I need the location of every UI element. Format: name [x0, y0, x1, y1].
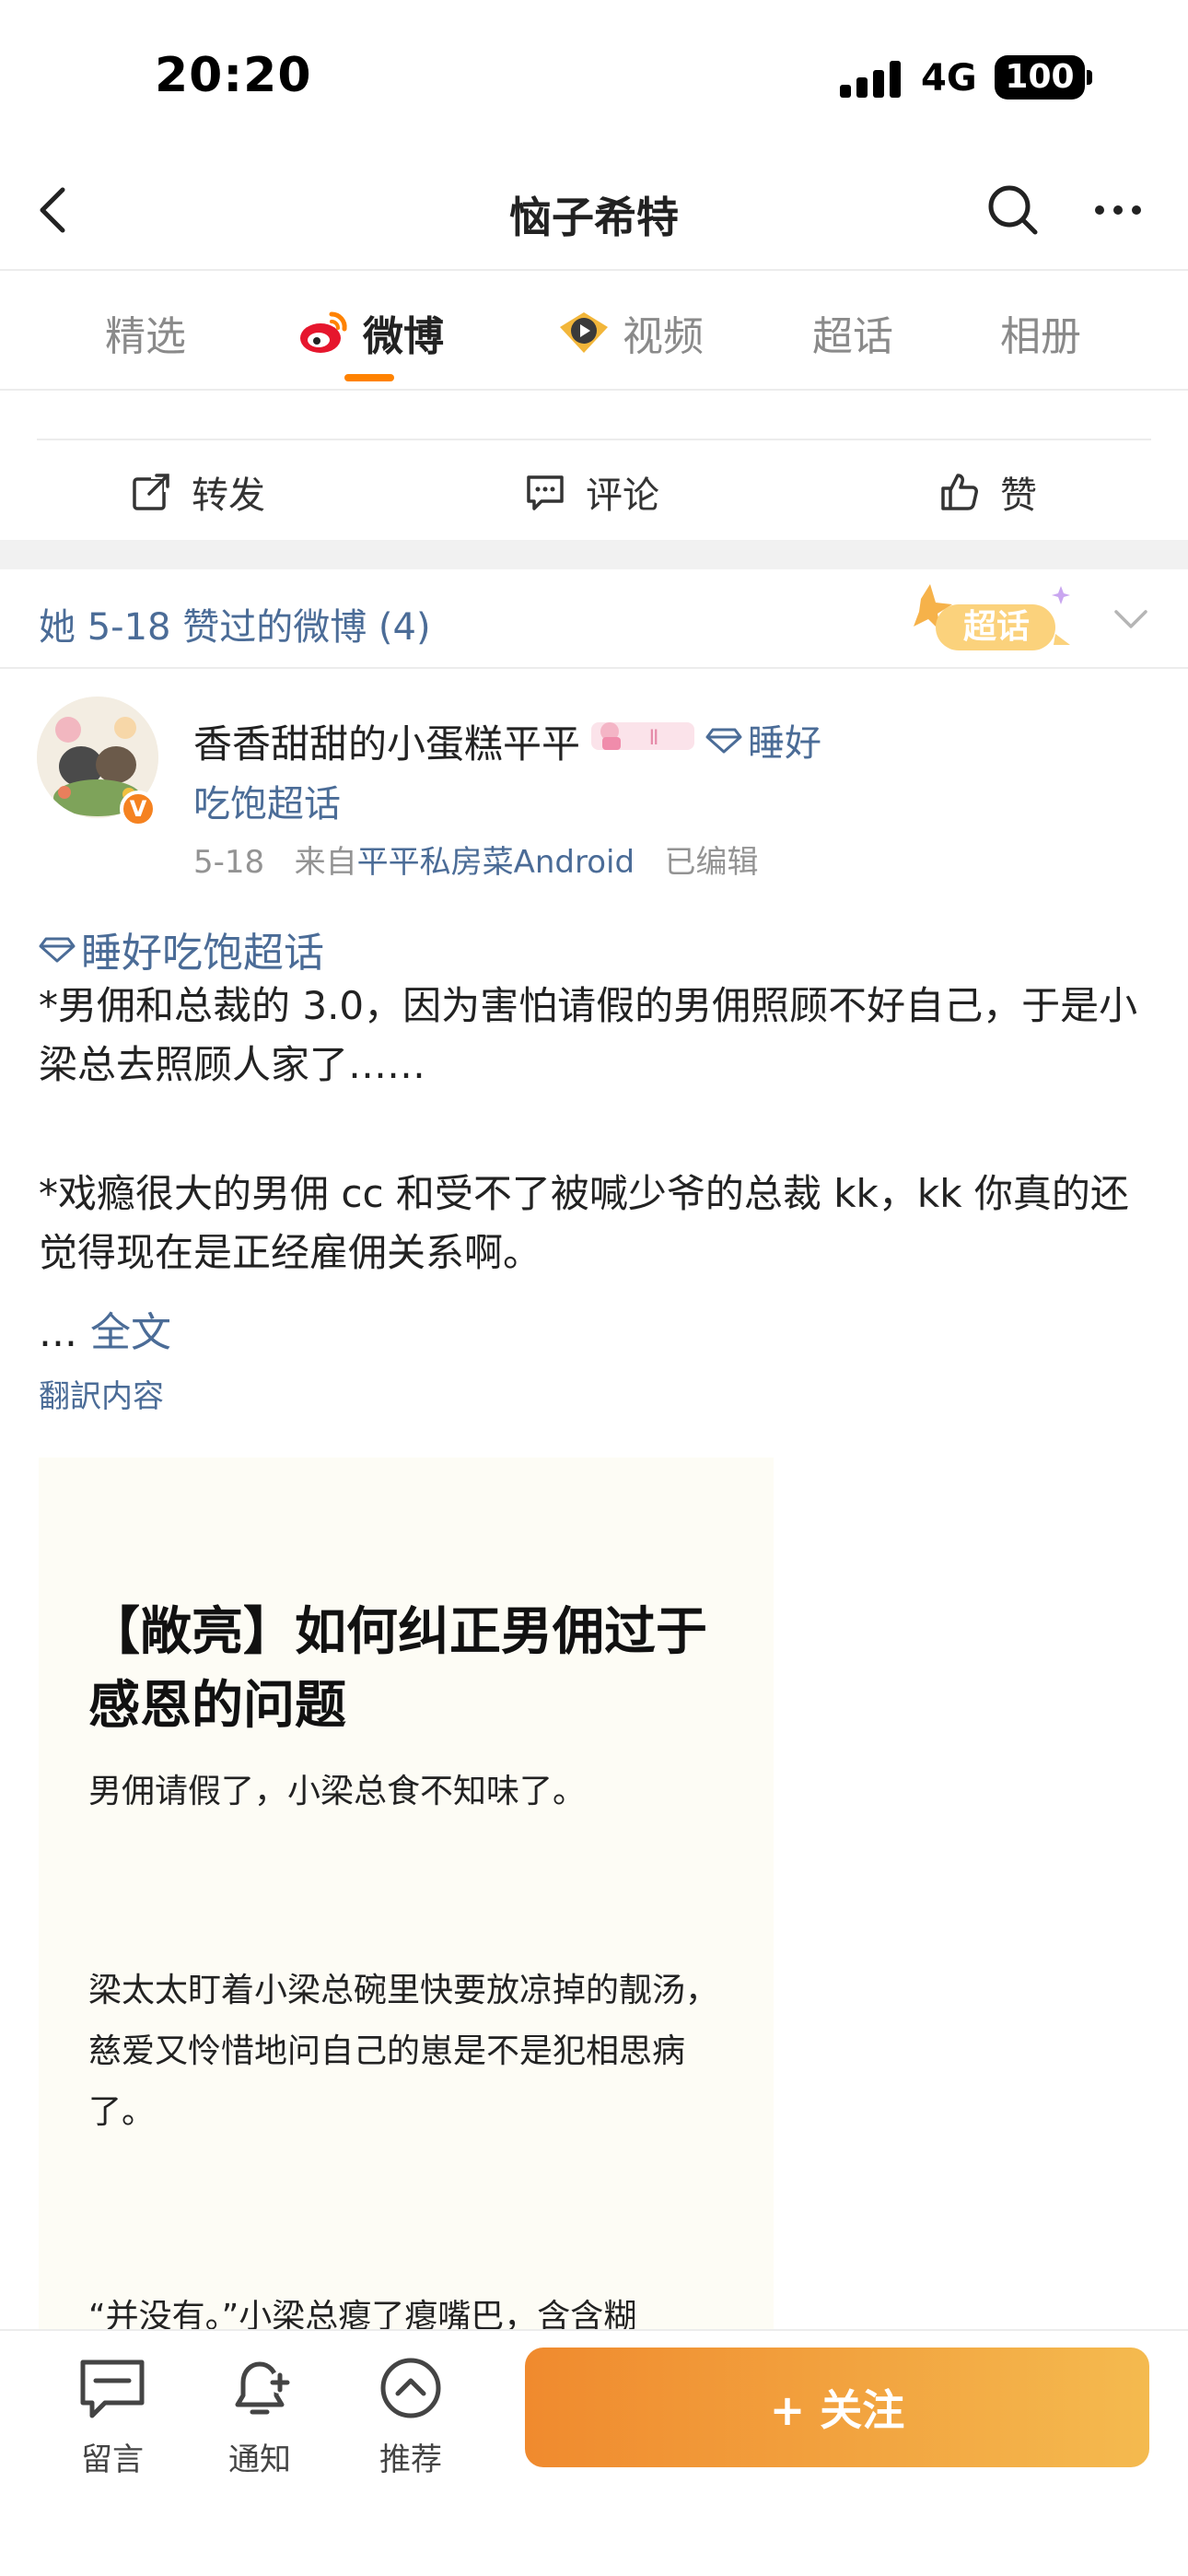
supertopic-badge-label: 超话: [963, 608, 1030, 646]
chevron-down-icon[interactable]: [1111, 603, 1151, 636]
svg-text:Ⅱ: Ⅱ: [649, 727, 659, 750]
edited-label: 已编辑: [664, 844, 759, 881]
image-paragraph-1: 男佣请假了，小梁总食不知味了。: [88, 1773, 587, 1810]
supertopic-link[interactable]: 睡好: [705, 713, 821, 767]
diamond-icon: [705, 728, 742, 754]
status-time: 20:20: [155, 48, 312, 103]
member-decoration-icon: Ⅱ: [591, 722, 694, 750]
like-label: 赞: [1000, 474, 1037, 517]
follow-button[interactable]: + 关注: [525, 2348, 1149, 2467]
diamond-icon: [39, 937, 76, 963]
post-date: 5-18: [193, 844, 265, 881]
tab-label: 精选: [105, 313, 186, 360]
post-source-link[interactable]: 平平私房菜Android: [357, 844, 635, 881]
repost-icon: [133, 472, 171, 510]
section-divider: [0, 540, 1188, 569]
comment-button[interactable]: 评论: [523, 464, 659, 520]
message-button[interactable]: 留言: [57, 2351, 168, 2479]
search-icon[interactable]: [982, 179, 1044, 241]
post-image[interactable]: 【敞亮】如何纠正男佣过于感恩的问题 男佣请假了，小梁总食不知味了。 梁太太盯着小…: [39, 1458, 774, 2379]
battery-icon: 100: [995, 55, 1085, 100]
video-icon: [560, 312, 608, 353]
bell-plus-icon: [235, 2361, 291, 2415]
recommend-label: 推荐: [379, 2441, 442, 2478]
tab-weibo[interactable]: 微博: [297, 300, 444, 365]
status-bar: 20:20 4G 100: [0, 0, 1188, 157]
like-button[interactable]: 赞: [938, 464, 1037, 520]
author-name[interactable]: 香香甜甜的小蛋糕平平: [193, 713, 580, 769]
full-text-link[interactable]: 全文: [90, 1309, 171, 1356]
supertopic-badge-icon: 超话: [914, 584, 1070, 650]
supertopic-inline-label: 睡好: [748, 722, 821, 765]
image-title: 【敞亮】如何纠正男佣过于感恩的问题: [88, 1602, 707, 1736]
tab-featured[interactable]: 精选: [105, 300, 186, 365]
bottom-action-bar: 留言 通知 推荐 + 关注: [0, 2329, 1188, 2576]
message-icon: [80, 2359, 145, 2418]
post-meta: 5-18 来自平平私房菜Android 已编辑: [193, 837, 759, 882]
notify-button[interactable]: 通知: [204, 2351, 315, 2479]
tab-label: 超话: [812, 313, 893, 360]
nav-bar: 恼子希特: [0, 157, 1188, 271]
post-paragraph-2: *戏瘾很大的男佣 cc 和受不了被喊少爷的总裁 kk，kk 你真的还觉得现在是正…: [39, 1171, 1129, 1275]
message-label: 留言: [81, 2441, 144, 2478]
notify-label: 通知: [228, 2441, 291, 2478]
network-type: 4G: [921, 57, 977, 100]
comment-icon: [527, 475, 564, 510]
post-from-label: 来自: [294, 844, 357, 881]
profile-tabs: 精选 微博 视频 超话 相册: [0, 273, 1188, 391]
liked-posts-label: 她 5-18 赞过的微博 (4): [39, 606, 431, 649]
ellipsis: ...: [39, 1309, 77, 1356]
tab-supertopic[interactable]: 超话: [812, 300, 893, 365]
more-icon[interactable]: [1087, 179, 1149, 241]
signal-icon: [840, 61, 906, 98]
tab-label: 相册: [1000, 313, 1081, 360]
translate-link[interactable]: 翻訳内容: [39, 1371, 164, 1416]
repost-button[interactable]: 转发: [129, 464, 265, 520]
battery-nub: [1087, 70, 1092, 85]
tab-label: 视频: [623, 313, 704, 360]
like-icon: [941, 474, 978, 510]
comment-label: 评论: [586, 474, 659, 517]
post-supertopic-link[interactable]: 睡好吃饱超话: [39, 919, 324, 978]
supertopic-link-continued[interactable]: 吃饱超话: [193, 774, 341, 827]
liked-posts-header[interactable]: 她 5-18 赞过的微博 (4) 超话: [0, 569, 1188, 669]
tab-label: 微博: [363, 313, 444, 360]
recommend-button[interactable]: 推荐: [355, 2351, 466, 2479]
image-paragraph-2: 梁太太盯着小梁总碗里快要放凉掉的靓汤，慈爱又怜惜地问自己的崽是不是犯相思病了。: [88, 1972, 719, 2131]
weibo-logo-icon: [300, 311, 347, 353]
post-paragraph-1: *男佣和总裁的 3.0，因为害怕请假的男佣照顾不好自己，于是小梁总去照顾人家了……: [39, 983, 1138, 1087]
tab-video[interactable]: 视频: [556, 300, 704, 365]
post-supertopic-label: 睡好吃饱超话: [81, 930, 324, 977]
tab-album[interactable]: 相册: [1000, 300, 1081, 365]
post-action-row: 转发 评论 赞: [37, 439, 1151, 540]
verified-badge-icon: V: [120, 790, 157, 827]
expand-row: ... 全文: [39, 1299, 171, 1358]
chevron-up-circle-icon: [380, 2358, 441, 2418]
repost-label: 转发: [192, 474, 265, 517]
tab-active-indicator: [344, 374, 394, 381]
